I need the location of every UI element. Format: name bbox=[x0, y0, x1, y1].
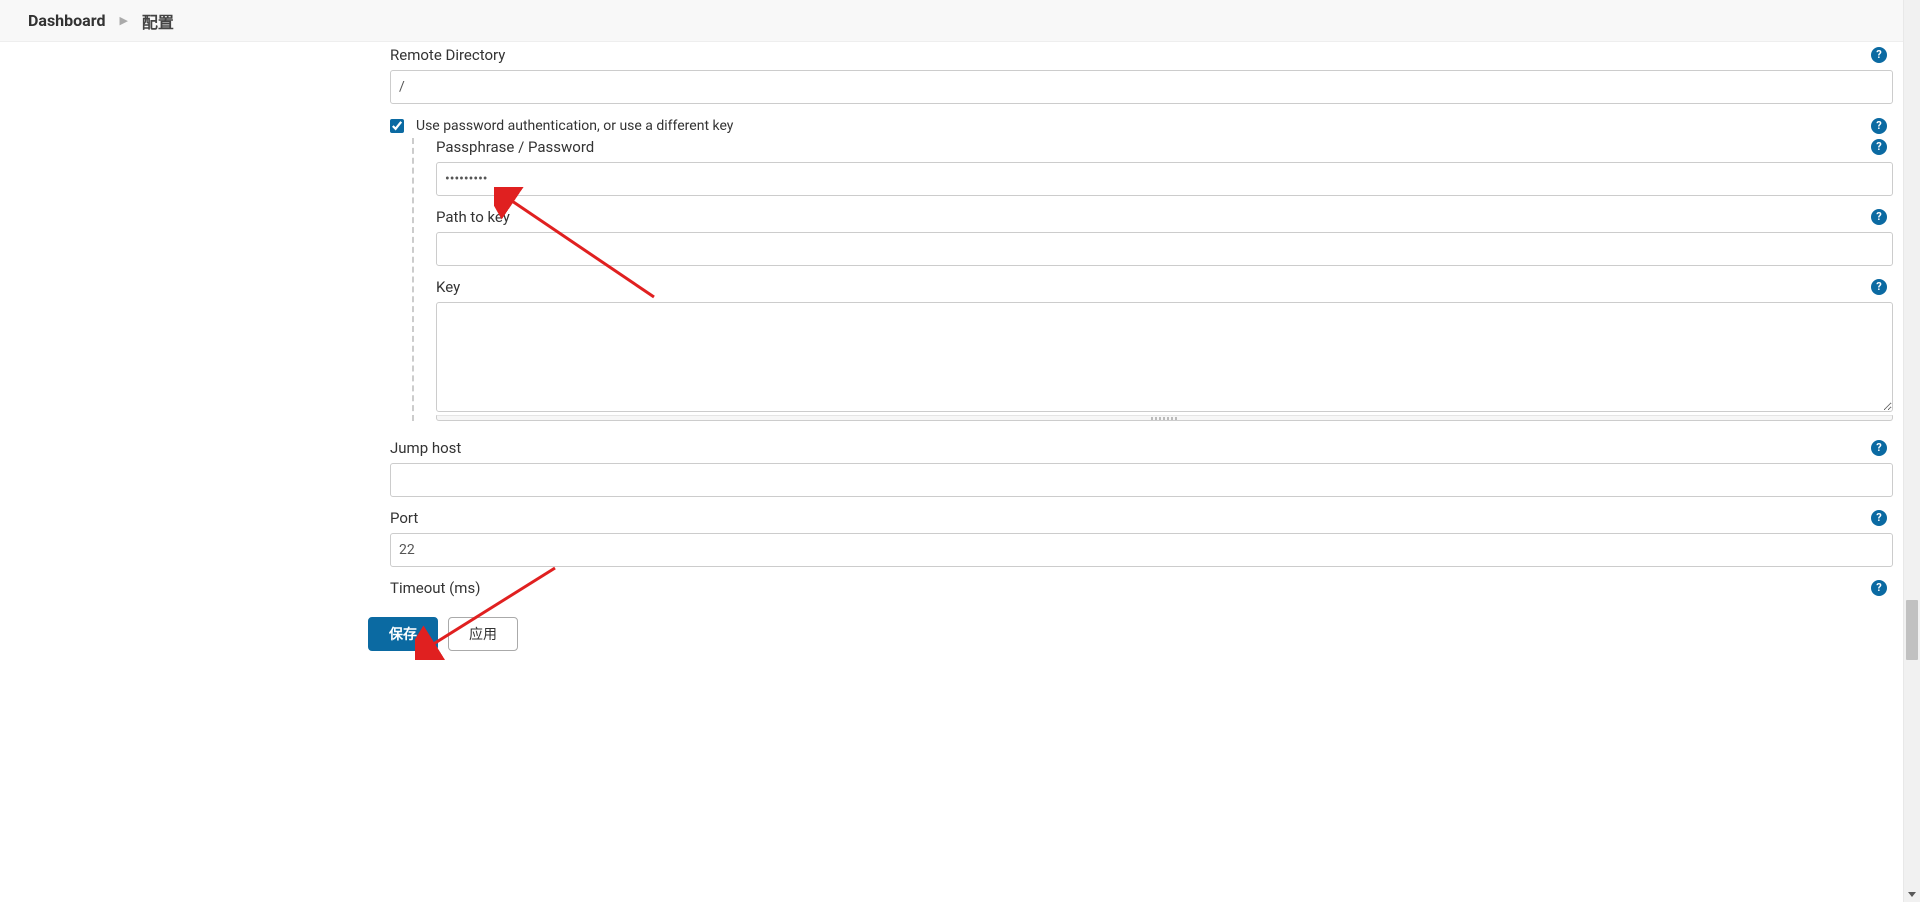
chevron-right-icon: ▶ bbox=[119, 14, 127, 27]
apply-button[interactable]: 应用 bbox=[448, 617, 518, 651]
help-icon[interactable] bbox=[1871, 47, 1887, 63]
remote-directory-field: Remote Directory bbox=[390, 42, 1893, 104]
help-icon[interactable] bbox=[1871, 209, 1887, 225]
save-button[interactable]: 保存 bbox=[368, 617, 438, 651]
button-bar: 保存 应用 bbox=[368, 617, 1903, 651]
scrollbar-thumb[interactable] bbox=[1906, 600, 1918, 660]
breadcrumb-current: 配置 bbox=[142, 9, 174, 33]
path-to-key-label: Path to key bbox=[436, 208, 510, 226]
jump-host-field: Jump host bbox=[390, 439, 1893, 497]
passphrase-field: Passphrase / Password bbox=[436, 138, 1893, 196]
timeout-label: Timeout (ms) bbox=[390, 579, 480, 597]
help-icon[interactable] bbox=[1871, 440, 1887, 456]
timeout-field: Timeout (ms) bbox=[390, 579, 1893, 597]
help-icon[interactable] bbox=[1871, 279, 1887, 295]
use-password-auth-label: Use password authentication, or use a di… bbox=[416, 118, 733, 134]
remote-directory-label: Remote Directory bbox=[390, 46, 505, 64]
help-icon[interactable] bbox=[1871, 139, 1887, 155]
auth-indent-block: Passphrase / Password Path to key bbox=[412, 138, 1893, 421]
textarea-resize-handle[interactable] bbox=[436, 415, 1893, 421]
remote-directory-input[interactable] bbox=[390, 70, 1893, 104]
jump-host-label: Jump host bbox=[390, 439, 461, 457]
port-label: Port bbox=[390, 509, 418, 527]
help-icon[interactable] bbox=[1871, 118, 1887, 134]
port-field: Port bbox=[390, 509, 1893, 567]
passphrase-label: Passphrase / Password bbox=[436, 138, 594, 156]
port-input[interactable] bbox=[390, 533, 1893, 567]
breadcrumb-root[interactable]: Dashboard bbox=[28, 11, 105, 30]
path-to-key-field: Path to key bbox=[436, 208, 1893, 266]
page-scroll-area[interactable]: Dashboard ▶ 配置 Remote Directory bbox=[0, 0, 1903, 902]
key-textarea[interactable] bbox=[436, 302, 1893, 412]
path-to-key-input[interactable] bbox=[436, 232, 1893, 266]
breadcrumb: Dashboard ▶ 配置 bbox=[0, 0, 1903, 42]
scroll-up-icon[interactable] bbox=[1908, 5, 1916, 10]
key-field: Key bbox=[436, 278, 1893, 421]
jump-host-input[interactable] bbox=[390, 463, 1893, 497]
outer-scrollbar[interactable] bbox=[1903, 0, 1920, 902]
use-password-auth-checkbox[interactable] bbox=[390, 119, 404, 133]
help-icon[interactable] bbox=[1871, 580, 1887, 596]
use-password-auth-row: Use password authentication, or use a di… bbox=[390, 118, 1893, 134]
help-icon[interactable] bbox=[1871, 510, 1887, 526]
passphrase-input[interactable] bbox=[436, 162, 1893, 196]
scroll-down-icon[interactable] bbox=[1908, 892, 1916, 897]
key-label: Key bbox=[436, 278, 460, 296]
